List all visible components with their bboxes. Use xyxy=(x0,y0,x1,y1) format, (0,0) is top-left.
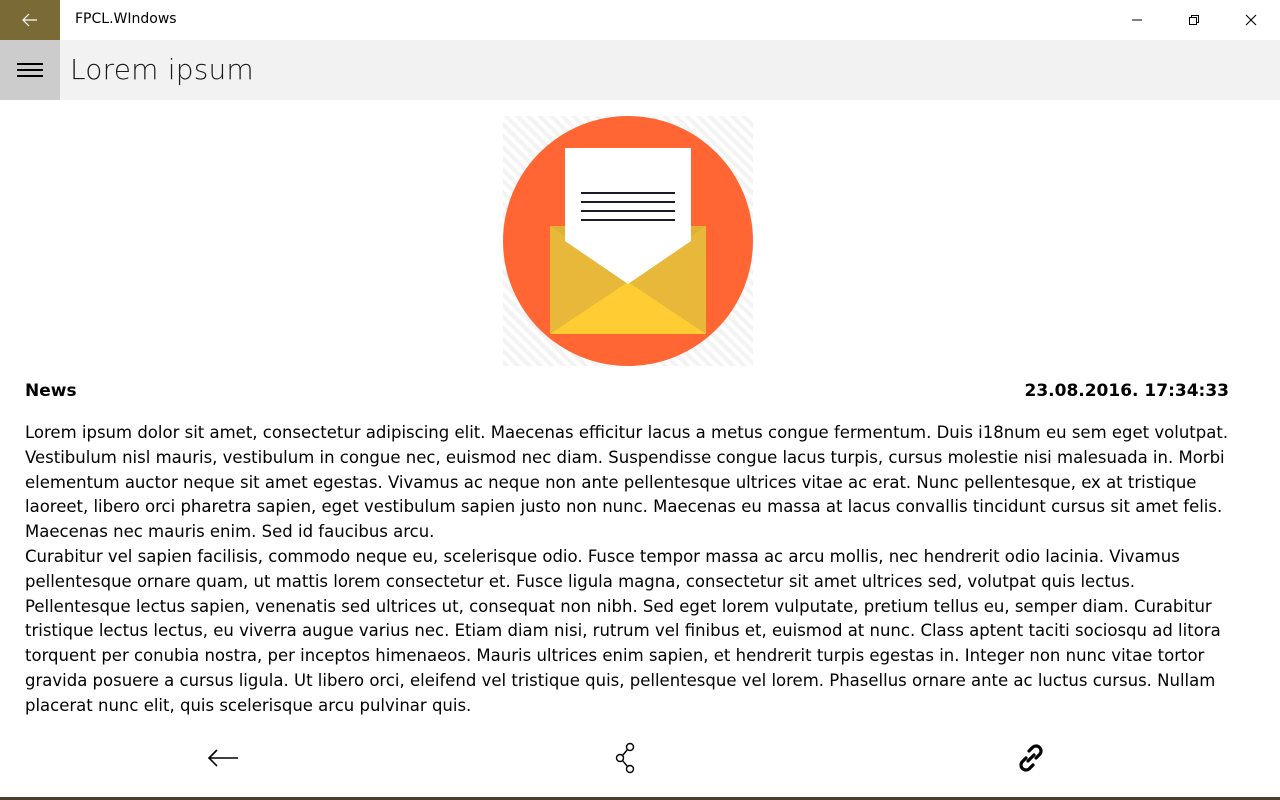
article-category: News xyxy=(25,381,77,401)
arrow-left-icon xyxy=(207,749,238,767)
app-title: FPCL.WIndows xyxy=(75,11,177,27)
link-icon xyxy=(1019,744,1043,772)
arrow-left-icon xyxy=(22,13,37,27)
article-meta: News 23.08.2016. 17:34:33 xyxy=(25,381,1229,405)
page-title: Lorem ipsum xyxy=(70,53,254,86)
hamburger-icon xyxy=(17,63,43,77)
article-paragraph: Lorem ipsum dolor sit amet, consectetur … xyxy=(25,423,1229,542)
command-bar xyxy=(0,730,1280,798)
minimize-button[interactable] xyxy=(1108,0,1165,40)
share-icon xyxy=(615,742,635,774)
close-button[interactable] xyxy=(1222,0,1279,40)
window-back-button[interactable] xyxy=(0,0,60,40)
restore-icon xyxy=(1188,15,1199,25)
restore-button[interactable] xyxy=(1165,0,1222,40)
share-button[interactable] xyxy=(603,738,651,778)
back-button[interactable] xyxy=(199,738,247,778)
title-bar: FPCL.WIndows xyxy=(0,0,1280,40)
article-paragraph: Curabitur vel sapien facilisis, commodo … xyxy=(25,546,1221,715)
minimize-icon xyxy=(1131,19,1142,21)
article-date: 23.08.2016. 17:34:33 xyxy=(1024,381,1230,401)
link-button[interactable] xyxy=(1007,738,1055,778)
envelope-letter-icon xyxy=(503,116,753,366)
app-header: Lorem ipsum xyxy=(0,40,1280,100)
article-image xyxy=(503,116,753,366)
hamburger-menu-button[interactable] xyxy=(0,40,60,100)
article-body: Lorem ipsum dolor sit amet, consectetur … xyxy=(25,421,1240,719)
close-icon xyxy=(1245,14,1256,26)
